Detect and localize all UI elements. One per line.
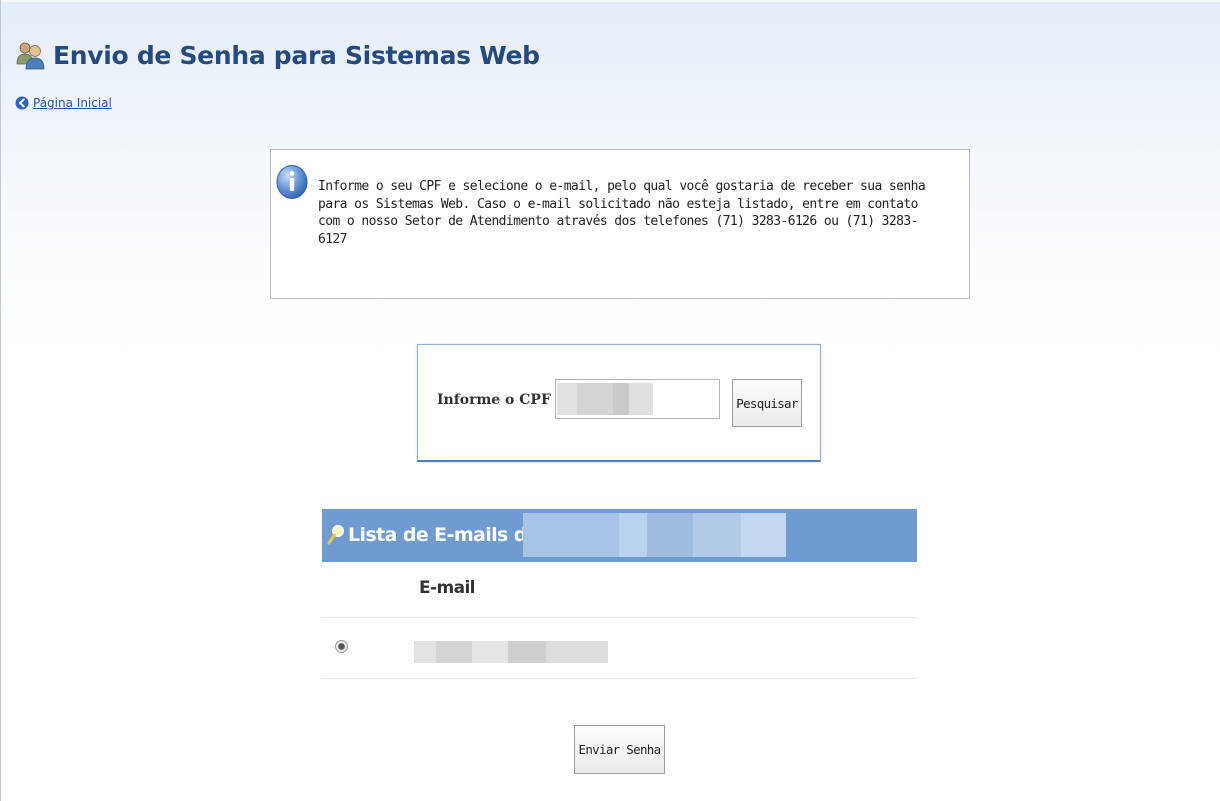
redacted-email-address xyxy=(414,641,608,663)
send-password-button[interactable]: Enviar Senha xyxy=(574,725,665,774)
home-link-container[interactable]: Página Inicial xyxy=(15,96,112,110)
page-title: Envio de Senha para Sistemas Web xyxy=(53,40,540,70)
cpf-label: Informe o CPF xyxy=(437,392,551,408)
top-border xyxy=(1,0,1220,2)
magnifier-icon xyxy=(327,525,344,545)
page-header: Envio de Senha para Sistemas Web xyxy=(15,40,540,70)
email-list-title: Lista de E-mails de xyxy=(348,524,540,546)
users-icon xyxy=(16,42,45,70)
search-button[interactable]: Pesquisar xyxy=(732,379,802,427)
redacted-user-name xyxy=(523,513,786,557)
email-radio-button[interactable] xyxy=(335,640,348,653)
redacted-cpf-value xyxy=(557,383,653,415)
info-message: Informe o seu CPF e selecione o e-mail, … xyxy=(318,179,926,247)
back-arrow-icon[interactable] xyxy=(15,96,29,110)
home-link[interactable]: Página Inicial xyxy=(33,96,112,110)
email-column-header: E-mail xyxy=(419,578,476,598)
email-row xyxy=(322,617,917,679)
info-icon xyxy=(276,165,308,199)
page-background: Envio de Senha para Sistemas Web Página … xyxy=(0,0,1220,801)
